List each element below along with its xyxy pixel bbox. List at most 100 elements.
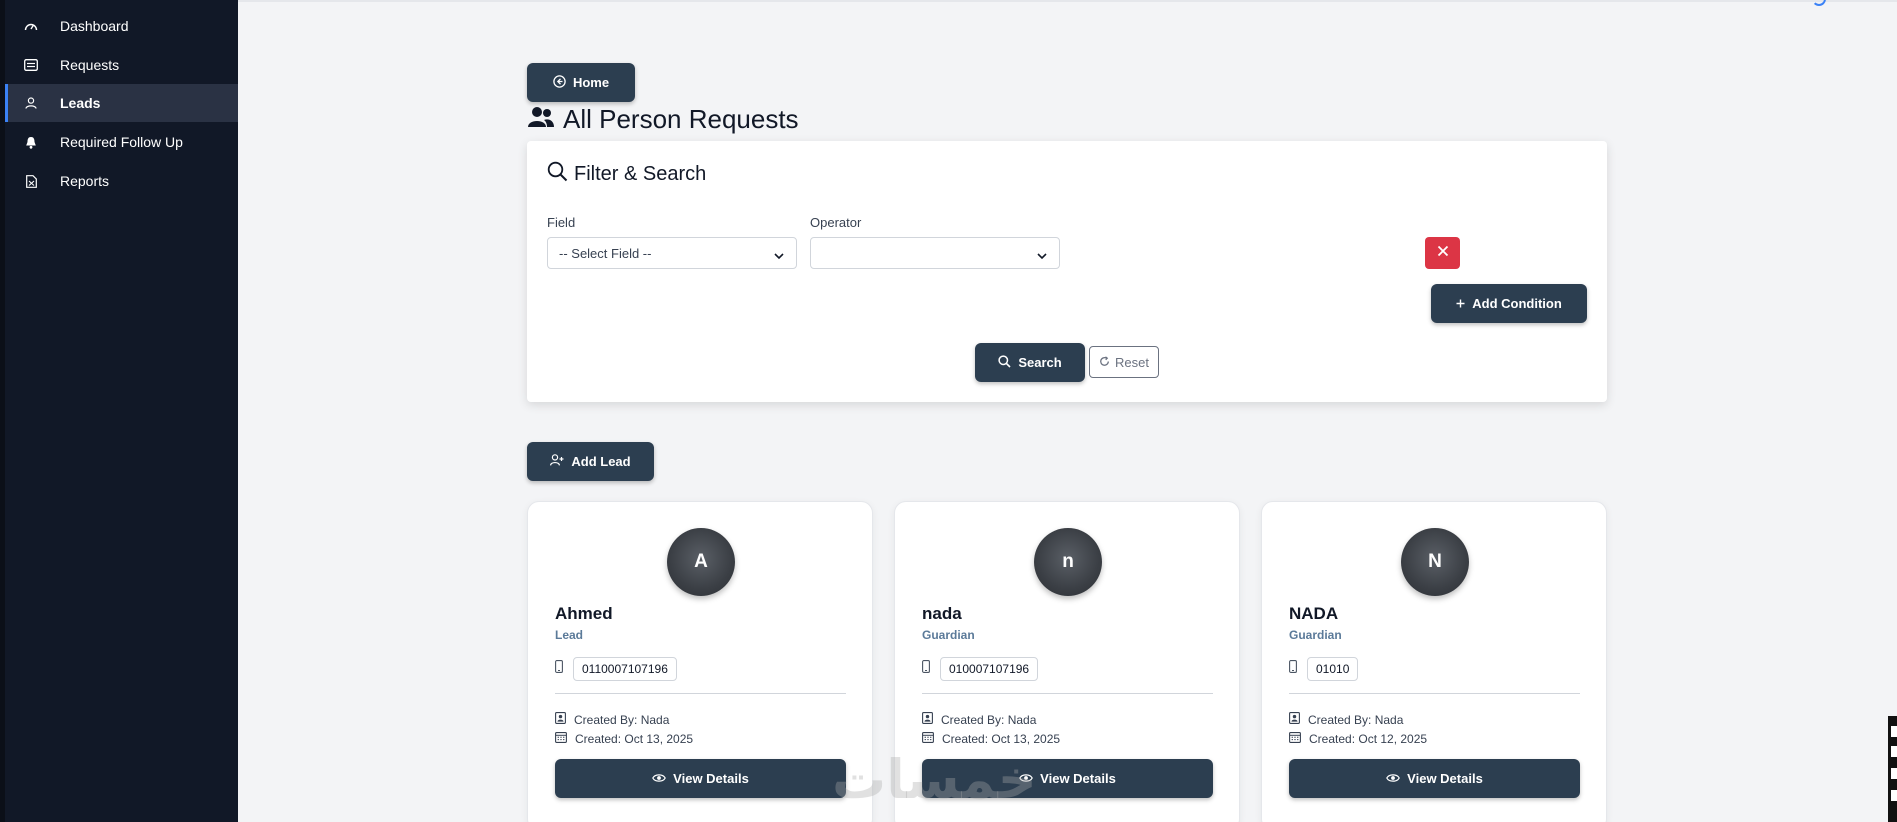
phone-number: 010007107196: [940, 657, 1039, 681]
user-icon: [24, 96, 38, 110]
gauge-icon: [24, 19, 38, 33]
chevron-down-icon: [1037, 248, 1047, 263]
view-details-button[interactable]: View Details: [922, 759, 1213, 798]
filter-title: Filter & Search: [547, 161, 706, 188]
field-label: Field: [547, 215, 576, 230]
avatar: N: [1401, 528, 1469, 596]
filter-panel: Filter & Search Field -- Select Field --…: [527, 141, 1607, 402]
refresh-icon: [1099, 355, 1110, 370]
created-date-row: Created: Oct 13, 2025: [555, 731, 693, 746]
user-plus-icon: [550, 454, 564, 469]
report-file-icon: [24, 174, 38, 188]
card-divider: [922, 693, 1213, 694]
plus-icon: [1456, 296, 1465, 311]
search-icon: [998, 354, 1011, 371]
reset-button[interactable]: Reset: [1089, 346, 1159, 378]
lead-role: Guardian: [922, 628, 975, 642]
user-menu-icon[interactable]: [1812, 0, 1826, 6]
phone-icon: [1289, 660, 1297, 678]
bell-icon: [24, 135, 38, 149]
eye-icon: [1386, 771, 1401, 786]
lead-name: Ahmed: [555, 604, 613, 623]
page-title: All Person Requests: [527, 104, 799, 135]
add-condition-button[interactable]: Add Condition: [1431, 284, 1587, 323]
add-lead-label: Add Lead: [571, 454, 631, 469]
lead-card: n nada Guardian 010007107196 Created By:…: [894, 501, 1240, 822]
card-divider: [1289, 693, 1580, 694]
view-details-button[interactable]: View Details: [1289, 759, 1580, 798]
calendar-icon: [1289, 731, 1301, 746]
sidebar-item-label: Leads: [60, 95, 101, 111]
eye-icon: [1019, 771, 1034, 786]
page-title-text: All Person Requests: [563, 104, 799, 134]
close-icon: [1437, 244, 1449, 262]
sidebar-item-leads[interactable]: Leads: [5, 84, 238, 122]
sidebar-item-label: Reports: [60, 173, 110, 189]
phone-number: 0110007107196: [573, 657, 677, 681]
search-button[interactable]: Search: [975, 343, 1085, 382]
created-date-text: Created: Oct 13, 2025: [575, 731, 694, 746]
created-by-text: Created By: Nada: [574, 712, 670, 727]
phone-row: 01010: [1289, 657, 1359, 681]
list-icon: [24, 58, 38, 72]
sidebar-item-dashboard[interactable]: Dashboard: [5, 7, 238, 45]
view-details-button[interactable]: View Details: [555, 759, 846, 798]
view-details-label: View Details: [673, 771, 749, 786]
lead-card: N NADA Guardian 01010 Created By: Nada C…: [1261, 501, 1607, 822]
field-select-value: -- Select Field --: [559, 245, 652, 261]
add-lead-button[interactable]: Add Lead: [527, 442, 654, 481]
search-button-label: Search: [1018, 355, 1062, 370]
created-date-text: Created: Oct 12, 2025: [1309, 731, 1428, 746]
view-details-label: View Details: [1407, 771, 1483, 786]
view-details-label: View Details: [1040, 771, 1116, 786]
id-badge-icon: [922, 712, 933, 727]
eye-icon: [652, 771, 667, 786]
phone-icon: [922, 660, 930, 678]
created-by-row: Created By: Nada: [922, 712, 1036, 727]
side-widget[interactable]: [1888, 716, 1897, 822]
created-by-row: Created By: Nada: [1289, 712, 1403, 727]
search-icon: [547, 161, 568, 188]
users-icon: [527, 104, 555, 135]
lead-card: A Ahmed Lead 0110007107196 Created By: N…: [527, 501, 873, 822]
remove-condition-button[interactable]: [1425, 237, 1460, 269]
sidebar-item-required-follow-up[interactable]: Required Follow Up: [5, 123, 238, 161]
home-button-label: Home: [572, 75, 610, 90]
lead-name: NADA: [1289, 604, 1339, 623]
filter-title-text: Filter & Search: [574, 163, 707, 185]
created-date-row: Created: Oct 12, 2025: [1289, 731, 1427, 746]
sidebar-item-requests[interactable]: Requests: [5, 46, 238, 84]
sidebar-item-label: Required Follow Up: [60, 134, 183, 150]
sidebar: Dashboard Requests Leads Required Follow…: [0, 0, 238, 822]
sidebar-item-label: Requests: [60, 57, 120, 73]
operator-select[interactable]: [810, 237, 1060, 269]
phone-row: 010007107196: [922, 657, 1039, 681]
field-select[interactable]: -- Select Field --: [547, 237, 797, 269]
add-condition-label: Add Condition: [1472, 296, 1562, 311]
avatar: n: [1034, 528, 1102, 596]
created-date-text: Created: Oct 13, 2025: [942, 731, 1061, 746]
id-badge-icon: [555, 712, 566, 727]
avatar: A: [667, 528, 735, 596]
created-date-row: Created: Oct 13, 2025: [922, 731, 1060, 746]
created-by-text: Created By: Nada: [941, 712, 1037, 727]
top-divider: [238, 0, 1897, 2]
sidebar-item-reports[interactable]: Reports: [5, 162, 238, 200]
chevron-down-icon: [774, 248, 784, 263]
lead-role: Lead: [555, 628, 584, 642]
calendar-icon: [555, 731, 567, 746]
home-button[interactable]: Home: [527, 63, 635, 102]
phone-icon: [555, 660, 563, 678]
calendar-icon: [922, 731, 934, 746]
created-by-text: Created By: Nada: [1308, 712, 1404, 727]
created-by-row: Created By: Nada: [555, 712, 669, 727]
lead-name: nada: [922, 604, 962, 623]
id-badge-icon: [1289, 712, 1300, 727]
lead-role: Guardian: [1289, 628, 1342, 642]
phone-row: 0110007107196: [555, 657, 677, 681]
operator-label: Operator: [810, 215, 862, 230]
phone-number: 01010: [1307, 657, 1359, 681]
reset-button-label: Reset: [1115, 354, 1149, 370]
sidebar-item-label: Dashboard: [60, 18, 129, 34]
arrow-left-circle-icon: [553, 74, 566, 91]
